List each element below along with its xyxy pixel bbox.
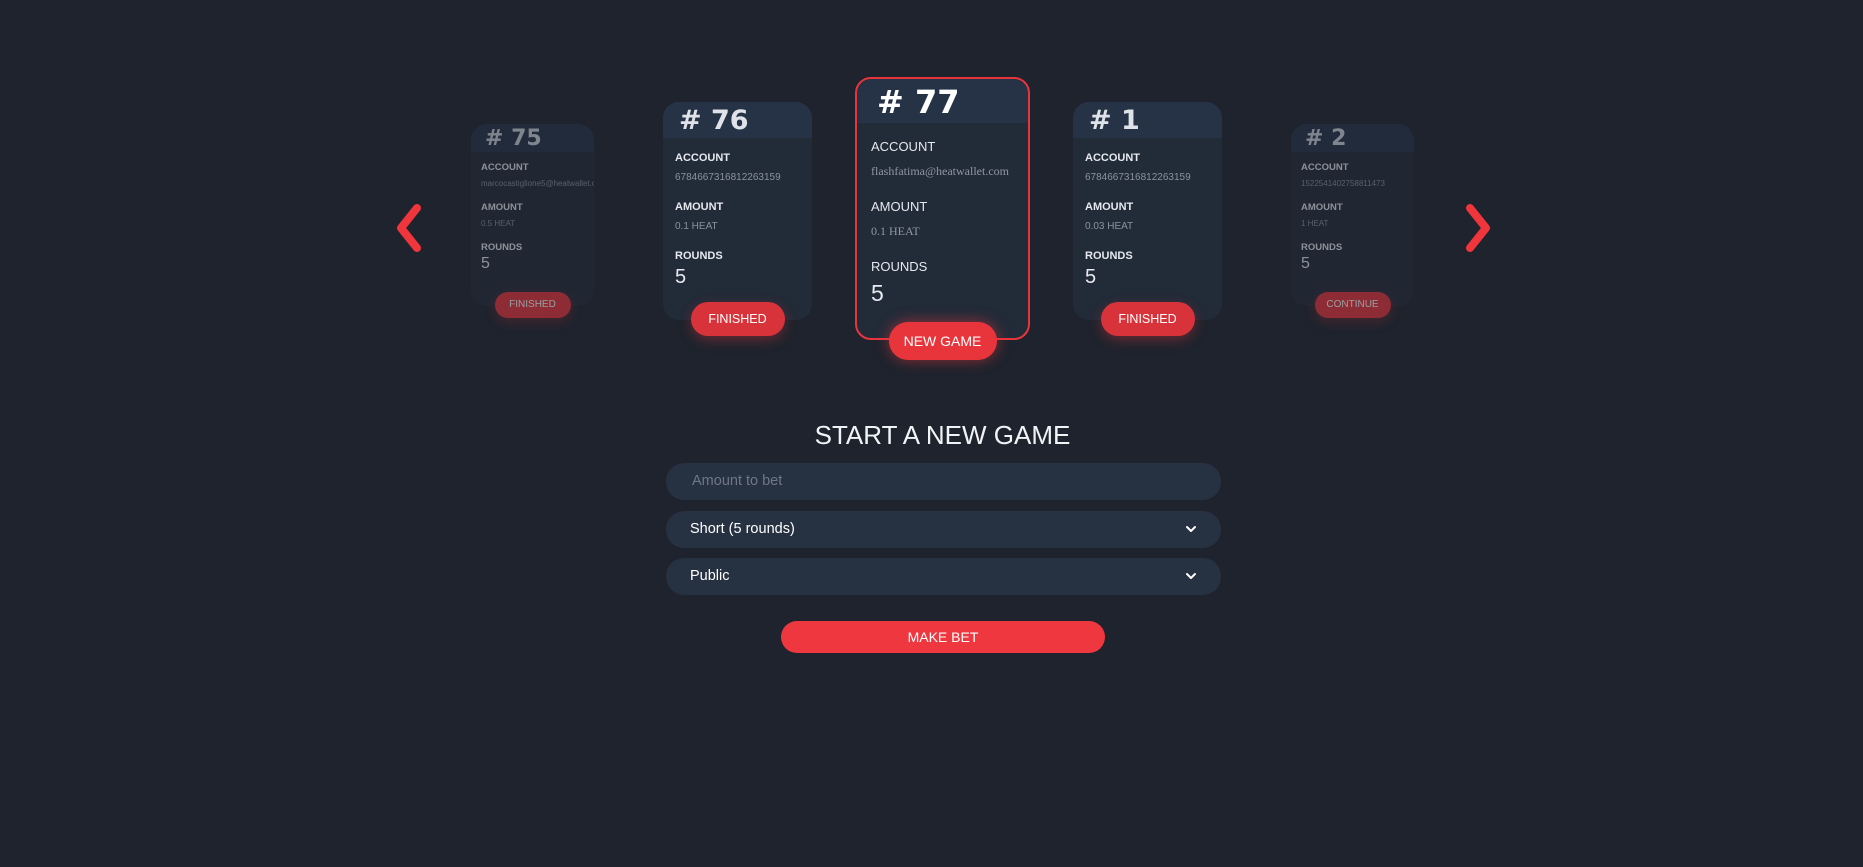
amount-field[interactable] bbox=[666, 463, 1221, 500]
visibility-selected: Public bbox=[690, 568, 730, 584]
amount-value: 1 HEAT bbox=[1301, 219, 1329, 228]
account-label: ACCOUNT bbox=[871, 139, 936, 154]
game-card-number: # 75 bbox=[471, 124, 594, 152]
account-label: ACCOUNT bbox=[675, 152, 730, 164]
rounds-label: ROUNDS bbox=[481, 242, 523, 253]
account-value: 1522541402758811473 bbox=[1301, 179, 1385, 188]
amount-label: AMOUNT bbox=[1301, 202, 1343, 213]
new-game-button[interactable]: NEW GAME bbox=[888, 322, 997, 360]
account-value: 6784667316812263159 bbox=[1085, 172, 1191, 183]
form-title: START A NEW GAME bbox=[814, 420, 1071, 450]
chevron-right-icon bbox=[1466, 204, 1490, 252]
game-card-1[interactable]: # 1 ACCOUNT 6784667316812263159 AMOUNT 0… bbox=[1073, 102, 1222, 336]
carousel-next-button[interactable] bbox=[1452, 198, 1502, 258]
game-card-number: # 76 bbox=[663, 102, 812, 138]
finished-button[interactable]: FINISHED bbox=[1100, 302, 1195, 336]
chevron-down-icon bbox=[1186, 526, 1196, 532]
amount-label: AMOUNT bbox=[675, 201, 724, 213]
amount-value: 0.03 HEAT bbox=[1085, 221, 1134, 232]
carousel-prev-button[interactable] bbox=[385, 198, 435, 258]
game-screen: # 75 ACCOUNT marcocastiglione5@heatwalle… bbox=[0, 0, 1863, 867]
game-card-75[interactable]: # 75 ACCOUNT marcocastiglione5@heatwalle… bbox=[471, 124, 594, 318]
game-card-number: # 77 bbox=[857, 79, 1028, 123]
rounds-label: ROUNDS bbox=[1301, 242, 1343, 253]
account-label: ACCOUNT bbox=[1301, 162, 1349, 173]
rounds-label: ROUNDS bbox=[675, 250, 723, 262]
amount-label: AMOUNT bbox=[481, 202, 523, 213]
account-value: marcocastiglione5@heatwallet.com bbox=[481, 179, 594, 188]
amount-value: 0.1 HEAT bbox=[675, 221, 718, 232]
amount-input[interactable] bbox=[690, 472, 1201, 490]
game-card-76[interactable]: # 76 ACCOUNT 6784667316812263159 AMOUNT … bbox=[663, 102, 812, 336]
rounds-label: ROUNDS bbox=[1085, 250, 1133, 262]
amount-value: 0.1 HEAT bbox=[871, 224, 920, 238]
amount-label: AMOUNT bbox=[1085, 201, 1134, 213]
make-bet-button[interactable]: MAKE BET bbox=[781, 621, 1105, 653]
account-label: ACCOUNT bbox=[1085, 152, 1140, 164]
rounds-label: ROUNDS bbox=[871, 259, 928, 274]
rounds-value: 5 bbox=[1085, 266, 1097, 288]
rounds-value: 5 bbox=[871, 280, 884, 306]
finished-button[interactable]: FINISHED bbox=[494, 292, 571, 318]
game-card-number: # 2 bbox=[1291, 124, 1414, 152]
continue-button[interactable]: CONTINUE bbox=[1314, 292, 1391, 318]
account-value: 6784667316812263159 bbox=[675, 172, 781, 183]
game-card-number: # 1 bbox=[1073, 102, 1222, 138]
game-card-2[interactable]: # 2 ACCOUNT 1522541402758811473 AMOUNT 1… bbox=[1291, 124, 1414, 318]
rounds-value: 5 bbox=[1301, 255, 1310, 272]
game-card-77[interactable]: # 77 ACCOUNT flashfatima@heatwallet.com … bbox=[855, 77, 1030, 360]
chevron-left-icon bbox=[397, 204, 421, 252]
account-value: flashfatima@heatwallet.com bbox=[871, 164, 1009, 178]
rounds-value: 5 bbox=[481, 255, 490, 272]
rounds-value: 5 bbox=[675, 266, 687, 288]
account-label: ACCOUNT bbox=[481, 162, 529, 173]
finished-button[interactable]: FINISHED bbox=[690, 302, 785, 336]
chevron-down-icon bbox=[1186, 573, 1196, 579]
amount-label: AMOUNT bbox=[871, 199, 928, 214]
game-length-select[interactable]: Short (5 rounds) bbox=[666, 511, 1221, 548]
game-length-selected: Short (5 rounds) bbox=[690, 521, 795, 537]
visibility-select[interactable]: Public bbox=[666, 558, 1221, 595]
amount-value: 0.5 HEAT bbox=[481, 219, 516, 228]
